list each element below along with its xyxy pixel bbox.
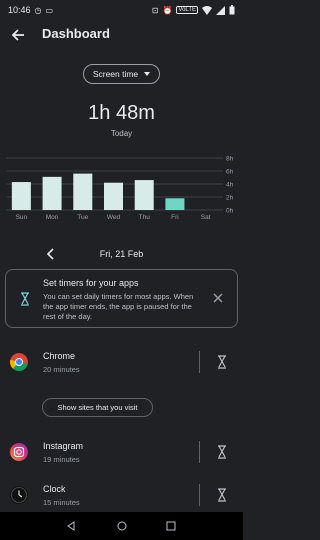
clock-app-icon bbox=[10, 486, 28, 504]
chart-xtick-label: Fri bbox=[171, 214, 179, 221]
chart-ytick-label: 6h bbox=[226, 169, 234, 176]
usage-chart: 8h 6h 4h 2h 0h Sun Mon Tue Wed Thu Fri Sat bbox=[6, 156, 234, 221]
chart-xtick-label: Sun bbox=[16, 214, 28, 221]
app-timer-icon[interactable] bbox=[217, 355, 227, 369]
screen-time-dropdown[interactable]: Screen time bbox=[83, 64, 160, 84]
hourglass-icon bbox=[21, 292, 29, 306]
chart-ytick-label: 4h bbox=[226, 182, 234, 189]
show-sites-button[interactable]: Show sites that you visit bbox=[42, 398, 153, 417]
chart-bar-thu[interactable] bbox=[134, 180, 154, 210]
nav-home-icon[interactable] bbox=[117, 521, 127, 531]
divider bbox=[199, 441, 200, 463]
app-name: Instagram bbox=[43, 441, 84, 451]
close-icon[interactable] bbox=[213, 293, 223, 303]
total-usage: 1h 48m bbox=[88, 102, 155, 124]
chart-bar-sun[interactable] bbox=[11, 182, 31, 210]
nav-recent-icon[interactable] bbox=[166, 521, 176, 531]
nav-back-icon[interactable] bbox=[66, 521, 76, 531]
timer-card-body: You can set daily timers for most apps. … bbox=[43, 292, 194, 321]
divider bbox=[199, 351, 200, 373]
cast-icon: ▭ bbox=[45, 5, 54, 15]
chart-bar-fri[interactable] bbox=[165, 198, 185, 210]
app-name: Chrome bbox=[43, 351, 76, 361]
date-nav: Fri, 21 Feb bbox=[0, 244, 243, 264]
chart-ytick-label: 8h bbox=[226, 156, 234, 163]
app-row-instagram[interactable]: Instagram 19 minutes bbox=[0, 439, 243, 469]
date-label: Fri, 21 Feb bbox=[99, 249, 144, 259]
app-usage-time: 19 minutes bbox=[43, 455, 80, 464]
page-title: Dashboard bbox=[42, 26, 110, 41]
chart-bar-tue[interactable] bbox=[73, 173, 93, 210]
app-name: Clock bbox=[43, 484, 66, 494]
instagram-icon bbox=[10, 443, 28, 461]
caret-down-icon bbox=[144, 72, 151, 76]
alarm-icon: ⏰ bbox=[162, 5, 173, 15]
status-right: ⊡ ⏰ VoLTE bbox=[152, 5, 235, 15]
clock-status-icon: ◷ bbox=[34, 5, 42, 15]
chart-xtick-label: Sat bbox=[201, 214, 211, 221]
chart-xtick-label: Thu bbox=[139, 214, 151, 221]
app-timer-icon[interactable] bbox=[217, 445, 227, 459]
chart-ytick-label: 0h bbox=[226, 208, 234, 215]
dropdown-label: Screen time bbox=[92, 69, 139, 79]
app-row-chrome[interactable]: Chrome 20 minutes bbox=[0, 349, 243, 379]
chrome-icon bbox=[10, 353, 28, 371]
system-nav-bar bbox=[0, 512, 243, 540]
battery-icon bbox=[229, 5, 235, 15]
status-time: 10:46 bbox=[8, 5, 31, 15]
signal-icon bbox=[216, 5, 225, 15]
chart-xtick-label: Mon bbox=[46, 214, 59, 221]
usage-period: Today bbox=[110, 129, 133, 138]
chart-bar-wed[interactable] bbox=[104, 182, 123, 210]
chart-xtick-label: Wed bbox=[107, 214, 121, 221]
app-header: Dashboard bbox=[0, 22, 243, 48]
wifi-icon bbox=[202, 5, 212, 15]
timer-card: Set timers for your apps You can set dai… bbox=[5, 269, 238, 328]
back-arrow-icon[interactable] bbox=[8, 25, 28, 45]
vibrate-icon: ⊡ bbox=[151, 5, 159, 15]
volte-badge: VoLTE bbox=[176, 6, 198, 14]
app-timer-icon[interactable] bbox=[217, 488, 227, 502]
status-bar: 10:46 ◷ ▭ ⊡ ⏰ VoLTE bbox=[0, 0, 243, 20]
app-usage-time: 15 minutes bbox=[43, 498, 80, 507]
chart-ytick-label: 2h bbox=[226, 195, 234, 202]
timer-card-title: Set timers for your apps bbox=[43, 278, 139, 288]
app-usage-time: 20 minutes bbox=[43, 365, 80, 374]
divider bbox=[199, 484, 200, 506]
chart-xtick-label: Tue bbox=[77, 214, 88, 221]
chart-bar-mon[interactable] bbox=[42, 176, 62, 210]
app-row-clock[interactable]: Clock 15 minutes bbox=[0, 482, 243, 512]
status-left: 10:46 ◷ ▭ bbox=[8, 5, 53, 15]
